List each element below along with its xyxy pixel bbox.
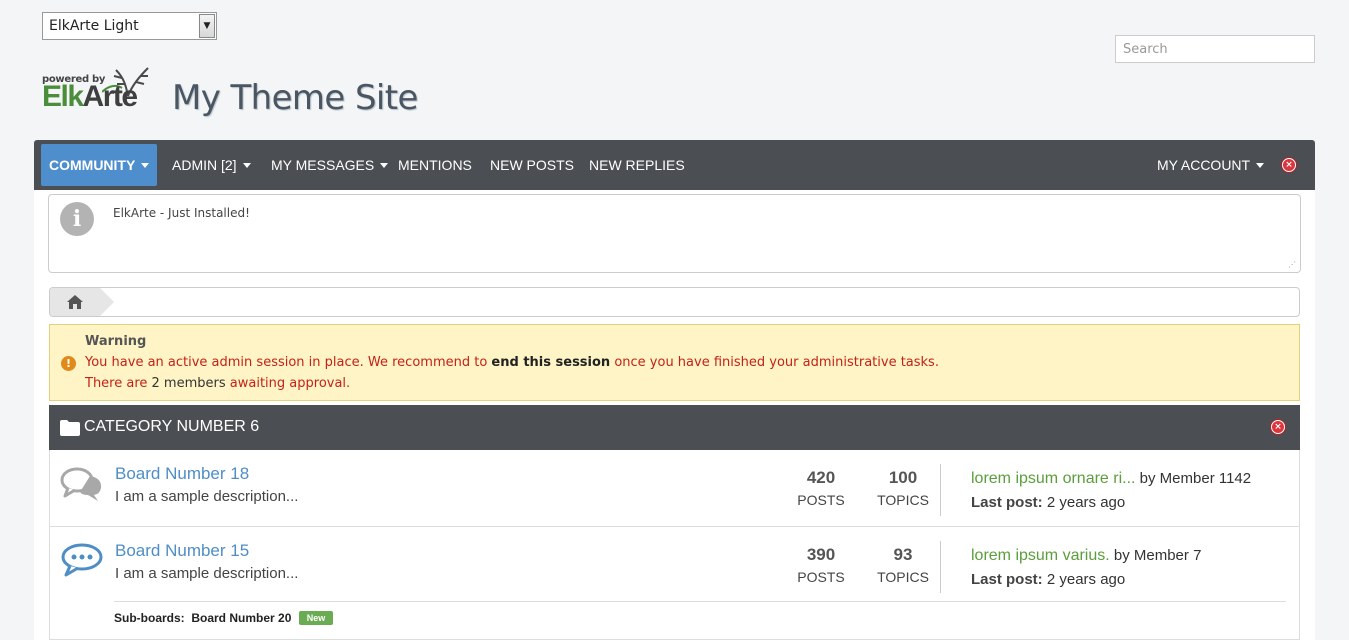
category-header: CATEGORY NUMBER 6 × [49,405,1300,450]
warning-icon: ! [61,356,76,371]
theme-selector-value: ElkArte Light [49,18,139,34]
resize-handle-icon[interactable]: ⋰ [1288,260,1296,269]
menu-item-admin[interactable]: ADMIN [2] [172,144,251,186]
news-box: i ElkArte - Just Installed! ⋰ [48,194,1301,273]
subboards-label: Sub-boards: [114,611,185,625]
warning-line-session: You have an active admin session in plac… [85,355,939,370]
subboards: Sub-boards: Board Number 20 New [114,601,1286,625]
theme-selector[interactable]: ElkArte Light ▼ [42,12,217,40]
board-row: Board Number 15 I am a sample descriptio… [49,527,1300,640]
menu-item-community[interactable]: COMMUNITY [41,144,158,186]
awaiting-approval-link[interactable]: awaiting approval [230,376,346,391]
info-icon: i [60,202,94,236]
chat-icon [61,543,103,577]
admin-warning: ! Warning You have an active admin sessi… [49,324,1300,401]
board-description: I am a sample description... [115,488,299,505]
category-name[interactable]: CATEGORY NUMBER 6 [84,418,259,436]
main-menu: COMMUNITY ADMIN [2] MY MESSAGES MENTIONS… [34,140,1315,190]
menu-item-new-replies[interactable]: NEW REPLIES [589,144,685,186]
folder-icon [60,420,80,436]
board-last-post: lorem ipsum ornare ri... by Member 1142 … [971,470,1252,511]
warning-title: Warning [85,334,147,349]
caret-down-icon [242,162,251,168]
news-text: ElkArte - Just Installed! [113,206,250,220]
logout-button[interactable]: × [1282,144,1296,186]
end-session-link[interactable]: end this session [491,355,610,370]
breadcrumb [49,287,1300,317]
board-row: Board Number 18 I am a sample descriptio… [49,450,1300,527]
menu-item-my-account[interactable]: MY ACCOUNT [1157,144,1265,186]
board-posts: 390 POSTS [797,545,845,585]
board-description: I am a sample description... [115,565,299,582]
caret-down-icon [141,162,150,168]
caret-down-icon [380,162,389,168]
collapse-category-icon[interactable]: × [1271,420,1285,434]
new-badge: New [298,611,334,625]
last-post-author[interactable]: by Member 1142 [1140,470,1251,487]
board-posts: 420 POSTS [797,468,845,508]
divider [940,464,941,516]
menu-item-my-messages[interactable]: MY MESSAGES [271,144,389,186]
caret-down-icon [1256,162,1265,168]
board-name[interactable]: Board Number 18 [115,464,249,484]
search-input[interactable] [1115,35,1315,63]
board-last-post: lorem ipsum varius. by Member 7 Last pos… [971,547,1202,588]
last-topic-link[interactable]: lorem ipsum varius. [971,547,1110,564]
menu-item-mentions[interactable]: MENTIONS [398,144,472,186]
main-content: i ElkArte - Just Installed! ⋰ ! Warning … [34,190,1315,640]
menu-item-new-posts[interactable]: NEW POSTS [490,144,574,186]
last-topic-link[interactable]: lorem ipsum ornare ri... [971,470,1136,487]
last-post-author[interactable]: by Member 7 [1114,547,1202,564]
site-title[interactable]: My Theme Site [172,78,418,118]
close-icon: × [1282,158,1296,172]
board-topics: 93 TOPICS [877,545,929,585]
warning-line-approval: There are 2 members awaiting approval. [85,376,351,391]
board-topics: 100 TOPICS [877,468,929,508]
site-logo[interactable]: powered by ElkArte [42,64,154,114]
subboard-link[interactable]: Board Number 20 [191,611,291,625]
board-name[interactable]: Board Number 15 [115,541,249,561]
home-icon [67,295,83,309]
breadcrumb-home[interactable] [50,288,114,316]
chat-icon [60,467,102,501]
divider [940,541,941,593]
chevron-down-icon[interactable]: ▼ [199,14,215,38]
brand-text: ElkArte [42,80,138,113]
